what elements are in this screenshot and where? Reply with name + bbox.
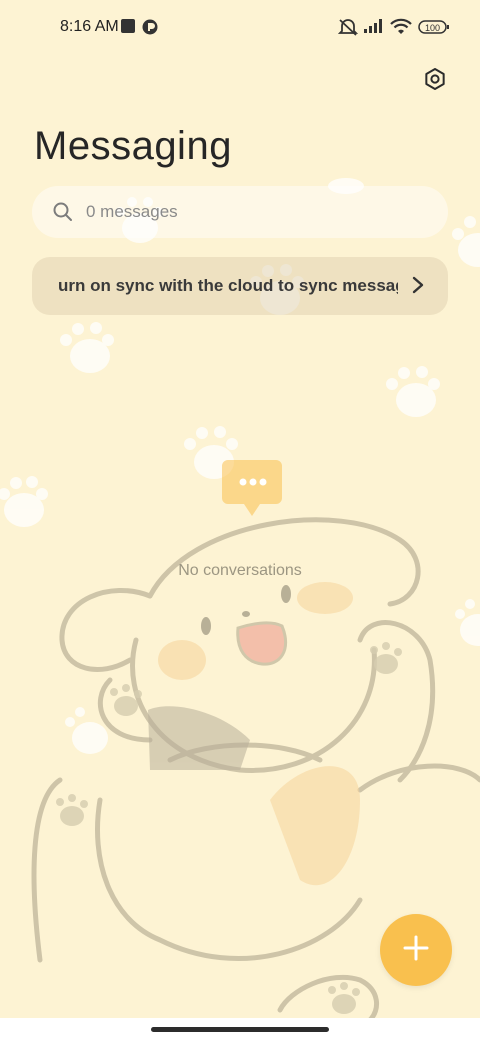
signal-icon — [364, 18, 386, 39]
paw-print — [455, 599, 480, 646]
battery-level: 100 — [425, 23, 440, 33]
page-title: Messaging — [34, 124, 232, 168]
search-icon — [52, 201, 74, 223]
battery-icon: 100 — [418, 20, 450, 40]
app-badge-icon — [142, 18, 159, 40]
paw-print — [0, 476, 48, 527]
home-indicator[interactable] — [151, 1027, 329, 1032]
status-time: 8:16 AM — [60, 18, 119, 35]
paw-print — [60, 322, 114, 373]
empty-state-text: No conversations — [178, 562, 302, 579]
paw-print — [452, 216, 480, 267]
sync-banner-text: urn on sync with the cloud to sync messa… — [58, 276, 398, 295]
search-bar[interactable] — [32, 186, 448, 238]
paw-print — [386, 366, 440, 417]
settings-button[interactable] — [420, 66, 450, 96]
wifi-icon — [390, 18, 412, 40]
mute-icon — [337, 18, 359, 41]
chat-bubble-icon — [222, 460, 284, 523]
settings-gear-icon — [423, 67, 447, 96]
status-bar: 8:16 AM 100 — [0, 0, 480, 56]
new-conversation-button[interactable] — [380, 914, 452, 986]
plus-icon — [403, 935, 429, 966]
notification-square-icon — [121, 18, 137, 39]
cloud-sync-banner[interactable]: urn on sync with the cloud to sync messa… — [32, 257, 448, 315]
chevron-right-icon — [412, 276, 424, 299]
search-input[interactable] — [84, 201, 408, 223]
